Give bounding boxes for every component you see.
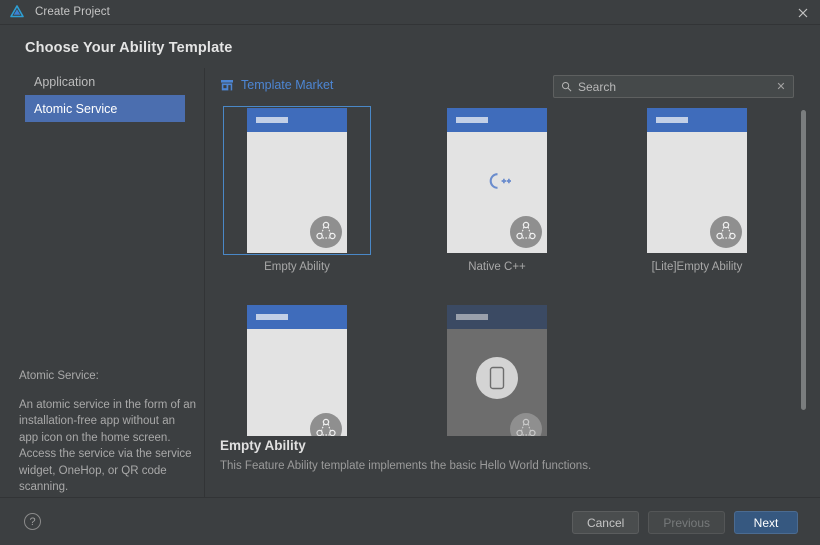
cancel-button[interactable]: Cancel [571,511,640,534]
dialog-buttons: Cancel Previous Next [571,511,798,534]
template-thumb-frame [223,106,371,255]
search-icon [561,81,572,92]
harmony-connect-badge-icon [310,216,342,248]
close-icon[interactable] [786,0,820,25]
template-market-link[interactable]: Template Market [220,78,333,92]
template-card-label: Empty Ability [264,261,330,273]
sidebar-item-application[interactable]: Application [25,68,185,95]
next-button-label: Next [753,515,779,530]
storefront-icon [221,80,233,91]
template-grid: Empty Ability Native C++ [Lite]Empty Abi… [212,106,808,436]
next-button[interactable]: Next [734,511,798,534]
phone-icon [476,356,518,399]
sidebar-description-body: An atomic service in the form of an inst… [19,398,197,494]
harmony-connect-badge-icon [510,216,542,248]
template-card-empty-ability[interactable]: Empty Ability [222,106,372,273]
template-card-native-cpp[interactable]: Native C++ [422,106,572,273]
template-thumb-frame [223,303,371,436]
preview-titlebar [247,108,347,132]
sidebar-item-label: Application [34,74,96,89]
close-glyph [798,8,808,17]
sidebar-item-label: Atomic Service [34,101,118,116]
template-card-label: [Lite]Empty Ability [651,261,743,273]
deveco-logo-icon [10,5,24,18]
template-card-row2-second[interactable] [422,303,572,436]
footer-bar: ? Cancel Previous Next [0,497,820,545]
title-bar: Create Project [0,0,820,25]
template-market-label: Template Market [241,78,334,92]
sidebar-description: Atomic Service: An atomic service in the… [19,368,197,496]
selected-template-description: Empty Ability This Feature Ability templ… [220,438,800,472]
preview-center-icon [447,170,547,192]
previous-button-label: Previous [663,515,710,530]
harmony-connect-badge-icon [510,413,542,436]
preview-titlebar [247,305,347,329]
template-card-lite-empty-ability[interactable]: [Lite]Empty Ability [622,106,772,273]
template-preview [247,108,347,253]
template-thumb-frame [423,106,571,255]
content-panel: Template Market ✕ [206,68,820,497]
sidebar-item-atomic-service[interactable]: Atomic Service [25,95,185,122]
template-card-label: Native C++ [468,261,526,273]
preview-center-icon [447,356,547,399]
preview-titlebar [447,305,547,329]
template-thumb-frame [423,303,571,436]
help-label: ? [29,515,36,528]
template-grid-scroll[interactable]: Empty Ability Native C++ [Lite]Empty Abi… [212,106,808,436]
template-thumb-frame [623,106,771,255]
cpp-icon [489,172,511,189]
window-title: Create Project [35,6,110,18]
sidebar-description-title: Atomic Service: [19,370,99,382]
preview-titlebar [647,108,747,132]
template-preview [447,305,547,436]
page-title: Choose Your Ability Template [25,40,233,56]
previous-button[interactable]: Previous [648,511,725,534]
create-project-dialog: Create Project Choose Your Ability Templ… [0,0,820,545]
cancel-button-label: Cancel [586,515,625,530]
search-box[interactable]: ✕ [553,75,794,98]
template-preview [247,305,347,436]
template-grid-scrollbar[interactable] [801,110,806,410]
harmony-connect-badge-icon [710,216,742,248]
search-input[interactable] [578,79,771,94]
harmony-connect-badge-icon [310,413,342,436]
template-card-row2-first[interactable] [222,303,372,436]
clear-icon[interactable]: ✕ [771,80,791,93]
sidebar: Application Atomic Service Atomic Servic… [0,68,205,497]
selected-template-body: This Feature Ability template implements… [220,460,592,472]
template-preview [447,108,547,253]
template-preview [647,108,747,253]
help-icon[interactable]: ? [24,513,41,530]
preview-titlebar [447,108,547,132]
selected-template-title: Empty Ability [220,438,306,453]
